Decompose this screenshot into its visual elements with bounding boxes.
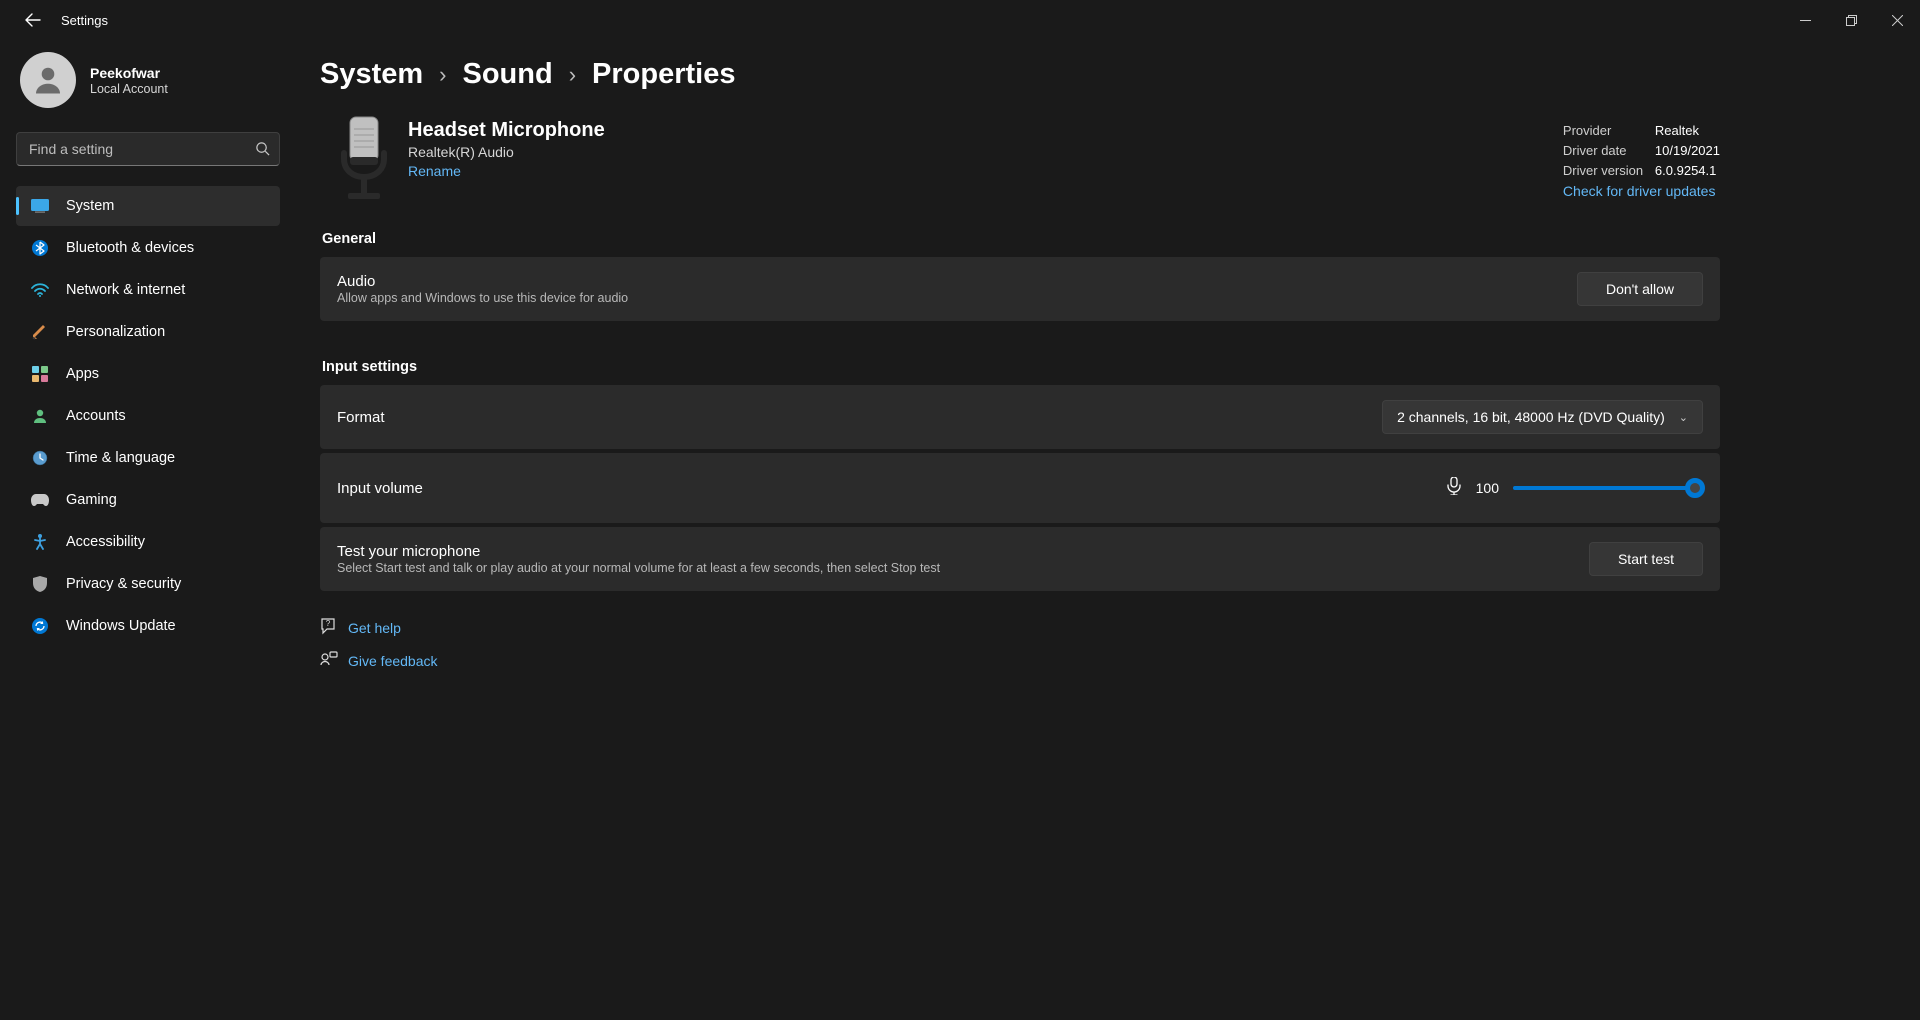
sidebar-item-time[interactable]: Time & language <box>16 438 280 478</box>
microphone-icon <box>1446 477 1462 500</box>
close-icon <box>1892 15 1903 26</box>
audio-title: Audio <box>337 273 628 290</box>
search-icon <box>255 141 270 159</box>
sidebar-item-network[interactable]: Network & internet <box>16 270 280 310</box>
crumb-sound[interactable]: Sound <box>463 58 553 91</box>
window-controls <box>1782 0 1920 40</box>
crumb-system[interactable]: System <box>320 58 423 91</box>
device-title: Headset Microphone <box>408 119 1563 142</box>
sidebar-item-label: Windows Update <box>66 618 176 634</box>
microphone-icon <box>332 115 396 203</box>
test-title: Test your microphone <box>337 543 940 560</box>
meta-version-label: Driver version <box>1563 161 1655 181</box>
sidebar-item-label: Gaming <box>66 492 117 508</box>
volume-slider[interactable] <box>1513 486 1703 490</box>
device-icon <box>320 115 408 203</box>
driver-meta: ProviderRealtek Driver date10/19/2021 Dr… <box>1563 115 1720 203</box>
meta-provider-label: Provider <box>1563 121 1655 141</box>
test-subtitle: Select Start test and talk or play audio… <box>337 561 940 575</box>
update-icon <box>30 618 50 634</box>
sidebar-item-label: System <box>66 198 114 214</box>
chevron-right-icon: › <box>439 62 446 88</box>
time-icon <box>30 450 50 466</box>
user-name: Peekofwar <box>90 65 168 81</box>
sidebar-item-label: Accounts <box>66 408 126 424</box>
sidebar-item-privacy[interactable]: Privacy & security <box>16 564 280 604</box>
user-account-type: Local Account <box>90 82 168 96</box>
accounts-icon <box>30 408 50 424</box>
format-value: 2 channels, 16 bit, 48000 Hz (DVD Qualit… <box>1397 409 1665 425</box>
start-test-button[interactable]: Start test <box>1589 542 1703 576</box>
system-icon <box>30 199 50 213</box>
privacy-icon <box>30 576 50 592</box>
volume-title: Input volume <box>337 480 423 497</box>
user-icon <box>30 62 66 98</box>
meta-date-label: Driver date <box>1563 141 1655 161</box>
sidebar-item-label: Network & internet <box>66 282 185 298</box>
accessibility-icon <box>30 534 50 550</box>
maximize-icon <box>1846 15 1857 26</box>
test-mic-card: Test your microphone Select Start test a… <box>320 527 1720 591</box>
volume-value: 100 <box>1476 480 1499 496</box>
rename-link[interactable]: Rename <box>408 163 461 179</box>
meta-provider-value: Realtek <box>1655 121 1699 141</box>
bluetooth-icon <box>30 240 50 256</box>
check-updates-link[interactable]: Check for driver updates <box>1563 183 1716 199</box>
section-general: General <box>322 231 1720 247</box>
sidebar-item-personalization[interactable]: Personalization <box>16 312 280 352</box>
section-input: Input settings <box>322 359 1720 375</box>
main-content: System › Sound › Properties <box>300 40 1920 1020</box>
sidebar-item-gaming[interactable]: Gaming <box>16 480 280 520</box>
give-feedback-link[interactable]: Give feedback <box>348 653 438 669</box>
slider-thumb[interactable] <box>1685 478 1705 498</box>
feedback-icon <box>320 650 348 671</box>
meta-date-value: 10/19/2021 <box>1655 141 1720 161</box>
chevron-right-icon: › <box>569 62 576 88</box>
user-profile[interactable]: Peekofwar Local Account <box>20 52 300 108</box>
sidebar-item-label: Time & language <box>66 450 175 466</box>
search-input[interactable] <box>16 132 280 166</box>
breadcrumb: System › Sound › Properties <box>320 58 1720 91</box>
apps-icon <box>30 366 50 382</box>
crumb-properties: Properties <box>592 58 735 91</box>
format-title: Format <box>337 409 385 426</box>
window-title: Settings <box>61 13 108 28</box>
back-button[interactable] <box>13 0 53 40</box>
get-help-link[interactable]: Get help <box>348 620 401 636</box>
minimize-icon <box>1800 15 1811 26</box>
titlebar: Settings <box>0 0 1920 40</box>
dont-allow-button[interactable]: Don't allow <box>1577 272 1703 306</box>
close-button[interactable] <box>1874 0 1920 40</box>
sidebar-item-label: Apps <box>66 366 99 382</box>
sidebar-item-bluetooth[interactable]: Bluetooth & devices <box>16 228 280 268</box>
personalization-icon <box>30 324 50 340</box>
sidebar-item-system[interactable]: System <box>16 186 280 226</box>
audio-card: Audio Allow apps and Windows to use this… <box>320 257 1720 321</box>
arrow-left-icon <box>25 12 41 28</box>
sidebar-item-update[interactable]: Windows Update <box>16 606 280 646</box>
sidebar-item-label: Accessibility <box>66 534 145 550</box>
sidebar-item-accessibility[interactable]: Accessibility <box>16 522 280 562</box>
sidebar-item-label: Personalization <box>66 324 165 340</box>
format-card: Format 2 channels, 16 bit, 48000 Hz (DVD… <box>320 385 1720 449</box>
device-subtitle: Realtek(R) Audio <box>408 144 1563 160</box>
sidebar-item-accounts[interactable]: Accounts <box>16 396 280 436</box>
sidebar: Peekofwar Local Account System Bluetooth… <box>0 40 300 1020</box>
svg-text:?: ? <box>326 619 331 628</box>
help-icon: ? <box>320 617 348 638</box>
format-select[interactable]: 2 channels, 16 bit, 48000 Hz (DVD Qualit… <box>1382 400 1703 434</box>
sidebar-item-apps[interactable]: Apps <box>16 354 280 394</box>
avatar <box>20 52 76 108</box>
sidebar-item-label: Privacy & security <box>66 576 181 592</box>
chevron-down-icon: ⌄ <box>1679 411 1688 424</box>
audio-subtitle: Allow apps and Windows to use this devic… <box>337 291 628 305</box>
gaming-icon <box>30 494 50 506</box>
meta-version-value: 6.0.9254.1 <box>1655 161 1716 181</box>
sidebar-item-label: Bluetooth & devices <box>66 240 194 256</box>
maximize-button[interactable] <box>1828 0 1874 40</box>
network-icon <box>30 283 50 297</box>
volume-card: Input volume 100 <box>320 453 1720 523</box>
minimize-button[interactable] <box>1782 0 1828 40</box>
